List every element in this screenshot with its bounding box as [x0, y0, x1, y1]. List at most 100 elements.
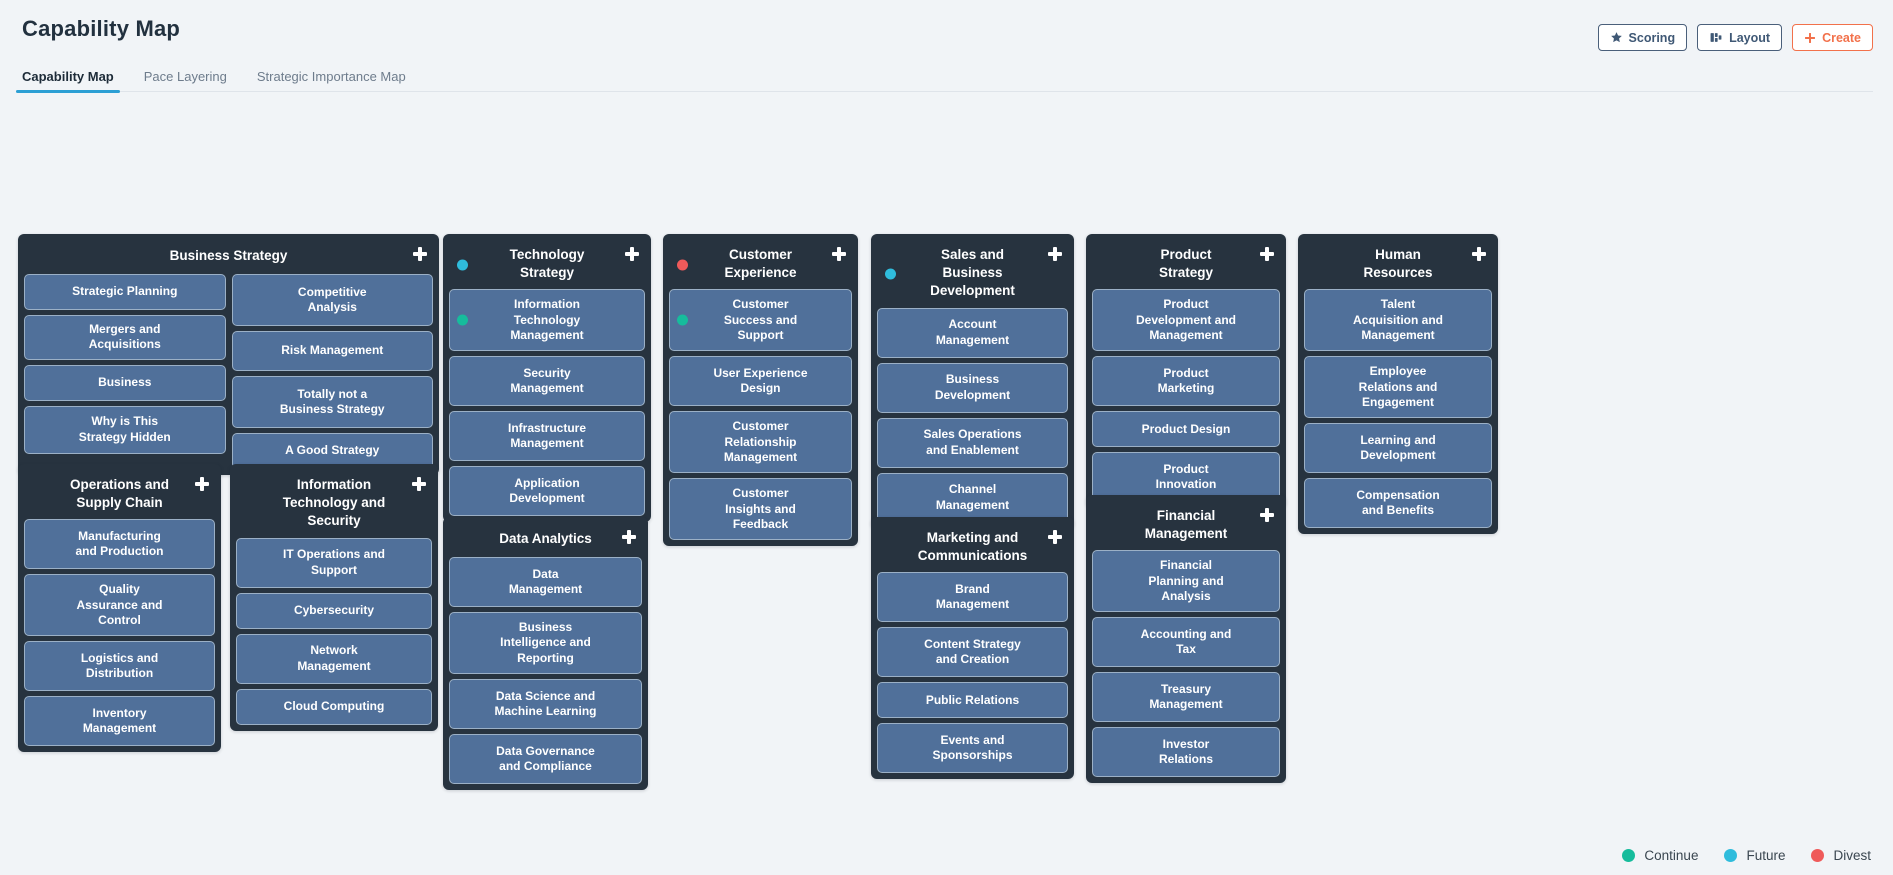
legend-dot-continue [1622, 849, 1636, 862]
legend-dot-future [1724, 849, 1738, 862]
tab-capability-map[interactable]: Capability Map [16, 69, 120, 93]
capability-tile[interactable]: Mergers and Acquisitions [24, 315, 226, 360]
capability-tile[interactable]: Product Design [1092, 411, 1280, 448]
capability-card-business-strategy[interactable]: Business Strategy Strategic Planning Merge… [18, 234, 439, 475]
capability-tile[interactable]: Totally not a Business Strategy [231, 376, 433, 428]
tab-pace-layering[interactable]: Pace Layering [142, 69, 229, 92]
add-child-plus-icon[interactable] [1472, 247, 1486, 261]
tab-bar: Capability Map Pace Layering Strategic Imp… [0, 60, 1893, 93]
capability-card-marketing-and-communications[interactable]: Marketing and Communications Brand Manage… [871, 517, 1074, 780]
capability-tile[interactable]: Product Marketing [1092, 356, 1280, 407]
capability-tile[interactable]: Employee Relations and Engagement [1304, 356, 1492, 419]
capability-card-sales-and-business-development[interactable]: Sales and Business Development Account Ma… [871, 234, 1074, 529]
add-child-plus-icon[interactable] [412, 477, 426, 491]
capability-tile[interactable]: Strategic Planning [24, 274, 226, 310]
add-child-plus-icon[interactable] [832, 247, 846, 261]
capability-tile-label: Security Management [510, 366, 584, 396]
capability-tile[interactable]: Risk Management [231, 331, 433, 371]
capability-tile[interactable]: Infrastructure Management [449, 411, 645, 462]
capability-card-technology-strategy[interactable]: Technology Strategy Information Technolog… [443, 234, 651, 523]
capability-card-operations-and-supply-chain[interactable]: Operations and Supply Chain Manufacturing… [18, 464, 221, 753]
capability-card-title: Financial Management [1144, 508, 1228, 542]
capability-tile[interactable]: Account Management [877, 307, 1068, 358]
add-child-plus-icon[interactable] [622, 530, 636, 544]
capability-tile[interactable]: Network Management [236, 633, 432, 684]
top-bar: Capability Map Scoring Layout Create [0, 0, 1893, 60]
capability-tile-label: Data Science and Machine Learning [494, 688, 597, 718]
capability-tile-label: Financial Planning and Analysis [1148, 558, 1224, 604]
capability-tile-label: Application Development [509, 476, 585, 506]
capability-tile[interactable]: Customer Relationship Management [669, 411, 852, 474]
capability-tile[interactable]: Data Management [449, 557, 642, 607]
capability-tile[interactable]: Competitive Analysis [231, 274, 433, 326]
capability-card-human-resources[interactable]: Human Resources Talent Acquisition and Ma… [1298, 234, 1498, 535]
capability-tile[interactable]: Accounting and Tax [1092, 617, 1280, 668]
capability-tile[interactable]: Quality Assurance and Control [24, 574, 215, 637]
capability-tile-label: Learning and Development [1360, 433, 1436, 463]
capability-tile[interactable]: Business [24, 364, 226, 401]
capability-tile[interactable]: Business Intelligence and Reporting [449, 612, 642, 674]
capability-tile[interactable]: Customer Success and Support [669, 289, 852, 352]
capability-tile[interactable]: Compensation and Benefits [1304, 478, 1492, 529]
capability-card-title: Sales and Business Development [930, 247, 1015, 299]
capability-tile[interactable]: Data Governance and Compliance [449, 734, 642, 784]
add-child-plus-icon[interactable] [195, 477, 209, 491]
add-child-plus-icon[interactable] [1260, 508, 1274, 522]
capability-card-header: Data Analytics [449, 523, 642, 557]
capability-tile[interactable]: Security Management [449, 356, 645, 407]
capability-tile[interactable]: Product Development and Management [1092, 289, 1280, 352]
capability-tile-label: Product Development and Management [1135, 297, 1237, 343]
capability-card-data-analytics[interactable]: Data Analytics Data Management Business In… [443, 517, 648, 790]
capability-tile-label: Product Innovation [1155, 462, 1217, 492]
tab-strategic-importance-map[interactable]: Strategic Importance Map [255, 69, 408, 92]
capability-card-product-strategy[interactable]: Product Strategy Product Development and … [1086, 234, 1286, 509]
capability-tile[interactable]: Learning and Development [1304, 423, 1492, 474]
capability-tile[interactable]: Logistics and Distribution [24, 641, 215, 692]
capability-tile[interactable]: Business Development [877, 362, 1068, 413]
capability-tile[interactable]: Manufacturing and Production [24, 519, 215, 570]
legend: Continue Future Divest [1622, 848, 1871, 863]
capability-tile[interactable]: Application Development [449, 466, 645, 517]
capability-tile[interactable]: Cybersecurity [236, 592, 432, 629]
capability-tile[interactable]: Customer Insights and Feedback [669, 478, 852, 541]
layout-button[interactable]: Layout [1697, 24, 1783, 51]
capability-tile[interactable]: User Experience Design [669, 356, 852, 407]
scoring-button[interactable]: Scoring [1597, 24, 1688, 51]
capability-tile-label: Customer Insights and Feedback [725, 486, 796, 532]
capability-tile[interactable]: Why is This Strategy Hidden [24, 405, 226, 454]
capability-tile-list: Talent Acquisition and Management Employe… [1304, 289, 1492, 529]
capability-tile[interactable]: Information Technology Management [449, 289, 645, 352]
add-child-plus-icon[interactable] [1260, 247, 1274, 261]
capability-card-financial-management[interactable]: Financial Management Financial Planning a… [1086, 495, 1286, 784]
capability-tile[interactable]: Sales Operations and Enablement [877, 417, 1068, 468]
capability-tile[interactable]: IT Operations and Support [236, 537, 432, 588]
create-button[interactable]: Create [1792, 24, 1873, 51]
capability-card-information-technology-and-security[interactable]: Information Technology and Security IT Op… [230, 464, 438, 731]
capability-tile[interactable]: Data Science and Machine Learning [449, 679, 642, 729]
add-child-plus-icon[interactable] [625, 247, 639, 261]
capability-card-title: Data Analytics [499, 531, 592, 547]
capability-tile-label: Information Technology Management [510, 297, 584, 343]
capability-tile[interactable]: Talent Acquisition and Management [1304, 289, 1492, 352]
capability-tile-label: Channel Management [935, 482, 1010, 512]
capability-tile-label: Customer Relationship Management [723, 419, 798, 465]
add-child-plus-icon[interactable] [413, 247, 427, 261]
capability-tile-label: Manufacturing and Production [75, 529, 164, 559]
capability-tile-label: Events and Sponsorships [932, 733, 1013, 763]
capability-tile[interactable]: Inventory Management [24, 696, 215, 747]
capability-tile-list: IT Operations and Support Cybersecurity Ne… [236, 537, 432, 725]
capability-tile[interactable]: Brand Management [877, 572, 1068, 623]
add-child-plus-icon[interactable] [1048, 247, 1062, 261]
capability-tile[interactable]: Content Strategy and Creation [877, 627, 1068, 678]
capability-tile[interactable]: Financial Planning and Analysis [1092, 550, 1280, 613]
capability-tile-label: Talent Acquisition and Management [1353, 297, 1443, 343]
capability-card-customer-experience[interactable]: Customer Experience Customer Success and … [663, 234, 858, 547]
add-child-plus-icon[interactable] [1048, 530, 1062, 544]
capability-tile[interactable]: Public Relations [877, 682, 1068, 719]
capability-tile[interactable]: Investor Relations [1092, 727, 1280, 778]
capability-tile[interactable]: Treasury Management [1092, 672, 1280, 723]
capability-tile[interactable]: Cloud Computing [236, 688, 432, 725]
capability-tile[interactable]: Events and Sponsorships [877, 723, 1068, 774]
capability-tile[interactable]: Channel Management [877, 472, 1068, 523]
legend-label: Divest [1833, 848, 1871, 863]
